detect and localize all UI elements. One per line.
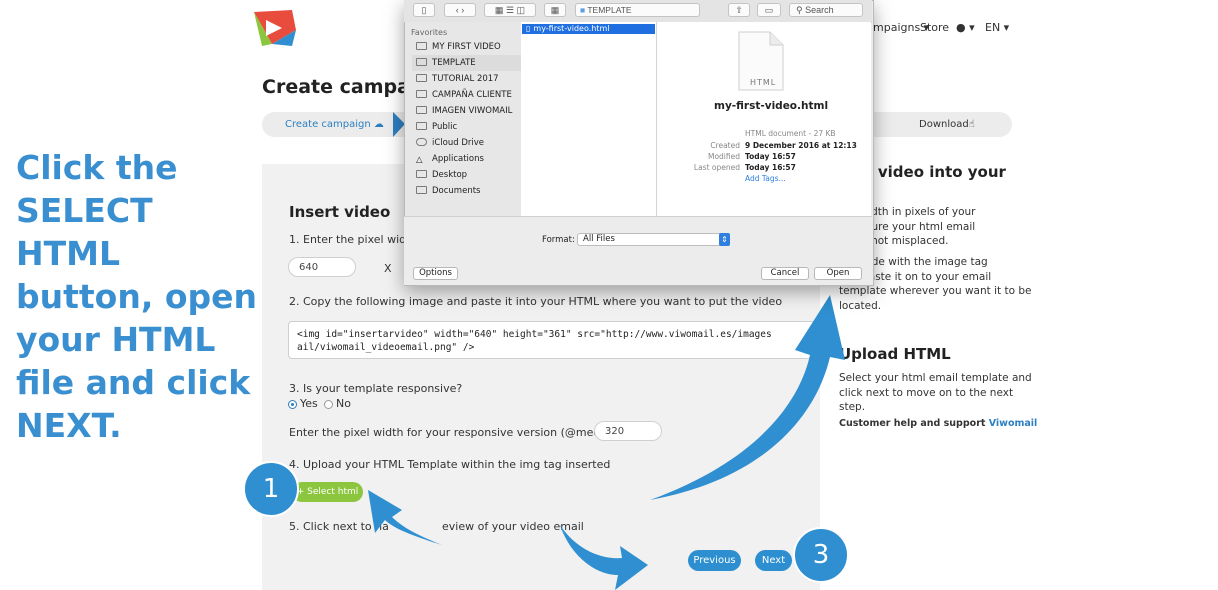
share-button[interactable]: ⇧ (728, 3, 750, 17)
add-tags-link[interactable]: Add Tags... (745, 173, 786, 184)
desktop-icon (416, 170, 427, 178)
sidebar-item-template[interactable]: TEMPLATE (412, 55, 521, 71)
html-file-icon: ▯ (526, 24, 531, 33)
folder-icon (416, 42, 427, 50)
favorites-heading: Favorites (411, 28, 448, 37)
back-forward-buttons[interactable]: ‹ › (444, 3, 476, 17)
modified-label: Modified (707, 152, 740, 161)
last-opened-label: Last opened (693, 163, 740, 172)
preview-badge: HTML (750, 78, 777, 87)
file-kind: HTML document - 27 KB (745, 129, 836, 138)
grid-icon: ▦ (494, 5, 504, 15)
cloud-icon (416, 138, 427, 146)
arrange-button[interactable]: ▦ (544, 3, 566, 17)
created-value: 9 December 2016 at 12:13 (745, 141, 857, 150)
file-column (521, 22, 657, 216)
search-field[interactable]: ⚲ Search (789, 3, 863, 17)
open-button[interactable]: Open (814, 267, 862, 280)
preview-filename: my-first-video.html (714, 100, 829, 112)
sidebar-item-icloud-drive[interactable]: iCloud Drive (416, 135, 521, 151)
list-icon: ☰ (505, 5, 515, 15)
folder-icon (416, 90, 427, 98)
sidebar-item-documents[interactable]: Documents (416, 183, 521, 199)
tag-button[interactable]: ▭ (757, 3, 781, 17)
folder-icon (416, 106, 427, 114)
arrange-icon: ▦ (550, 5, 560, 15)
location-popup[interactable]: ■ TEMPLATE (575, 3, 700, 17)
view-mode-buttons[interactable]: ▦ ☰ ◫ (484, 3, 536, 17)
columns-icon: ◫ (516, 5, 526, 15)
search-icon: ⚲ (796, 5, 803, 15)
folder-icon: ■ (580, 5, 586, 15)
sidebar-list: MY FIRST VIDEO TEMPLATE TUTORIAL 2017 CA… (412, 39, 521, 199)
sidebar-item-tutorial-2017[interactable]: TUTORIAL 2017 (416, 71, 521, 87)
chevron-left-icon: ‹ (455, 5, 459, 15)
sidebar-item-desktop[interactable]: Desktop (416, 167, 521, 183)
created-label: Created (710, 141, 740, 150)
sidebar-item-campana-cliente[interactable]: CAMPAÑA CLIENTE (416, 87, 521, 103)
chevron-right-icon: › (461, 5, 465, 15)
applications-icon: △ (416, 155, 423, 165)
sidebar-item-imagen-viwomail[interactable]: IMAGEN VIWOMAIL (416, 103, 521, 119)
sidebar-icon: ▯ (421, 5, 427, 15)
cancel-button[interactable]: Cancel (761, 267, 809, 280)
file-row-selected[interactable]: ▯ my-first-video.html (522, 24, 655, 34)
documents-icon (416, 186, 427, 194)
format-label: Format: (542, 235, 575, 245)
marker-1: 1 (243, 461, 299, 517)
folder-icon (416, 58, 427, 66)
sidebar-item-public[interactable]: Public (416, 119, 521, 135)
share-icon: ⇧ (735, 5, 743, 15)
sidebar-item-applications[interactable]: △ Applications (416, 151, 521, 167)
options-button[interactable]: Options (413, 267, 458, 280)
format-stepper-icon[interactable]: ⇕ (719, 233, 730, 246)
folder-icon (416, 74, 427, 82)
last-opened-value: Today 16:57 (745, 163, 796, 172)
modified-value: Today 16:57 (745, 152, 796, 161)
marker-3: 3 (793, 527, 849, 583)
tag-icon: ▭ (764, 5, 774, 15)
folder-icon (416, 122, 427, 130)
sidebar-toggle-button[interactable]: ▯ (413, 3, 435, 17)
format-select[interactable]: All Files (577, 233, 730, 246)
sidebar-item-my-first-video[interactable]: MY FIRST VIDEO (416, 39, 521, 55)
